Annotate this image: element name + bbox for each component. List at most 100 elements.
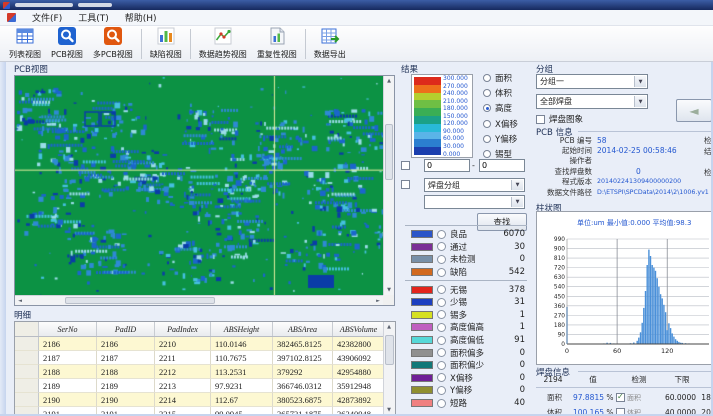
status-row-面积偏多[interactable]: 面积偏多0 xyxy=(405,346,527,359)
status-row-高度偏高[interactable]: 高度偏高1 xyxy=(405,321,527,334)
radio-icon[interactable] xyxy=(437,285,446,294)
radio-icon[interactable] xyxy=(437,386,446,395)
column-header-PadID[interactable]: PadID xyxy=(97,322,155,336)
range-to-input[interactable] xyxy=(479,159,525,172)
table-row[interactable]: 218821882212113.253137929242954880 xyxy=(15,365,395,379)
status-row-少锡[interactable]: 少锡31 xyxy=(405,296,527,309)
table-row[interactable]: 218621862210110.0146382465.812542382800 xyxy=(15,337,395,351)
svg-text:90: 90 xyxy=(558,332,566,338)
chevron-down-icon[interactable]: ▼ xyxy=(511,180,523,190)
scroll-left-icon[interactable]: ◄ xyxy=(15,296,25,306)
menu-file[interactable]: 文件(F) xyxy=(32,11,62,24)
radio-icon[interactable] xyxy=(437,230,446,239)
pad-select-combobox[interactable]: 全部焊盘 ▼ xyxy=(536,94,648,109)
status-row-锡多[interactable]: 锡多1 xyxy=(405,309,527,322)
radio-icon[interactable] xyxy=(483,74,491,82)
group-combobox[interactable]: 分组一 ▼ xyxy=(536,74,648,89)
menu-help[interactable]: 帮助(H) xyxy=(125,11,157,24)
radio-icon[interactable] xyxy=(437,310,446,319)
status-label: 高度偏高 xyxy=(450,321,484,333)
pcb-info-row: 程式版本201402241309400000200 xyxy=(536,177,712,187)
chevron-down-icon[interactable]: ▼ xyxy=(511,197,523,207)
chevron-down-icon[interactable]: ▼ xyxy=(634,96,646,107)
metric-option-3[interactable]: 高度 xyxy=(483,102,512,114)
radio-icon[interactable] xyxy=(437,336,446,345)
status-row-良品[interactable]: 良品6070 xyxy=(405,228,527,241)
chevron-down-icon[interactable]: ▼ xyxy=(634,76,646,87)
status-row-高度偏低[interactable]: 高度偏低91 xyxy=(405,334,527,347)
status-row-通过[interactable]: 通过30 xyxy=(405,241,527,254)
toolbar-button-multi-pcb-view[interactable]: 多PCB视图 xyxy=(88,26,138,61)
pcb-board-canvas[interactable] xyxy=(15,76,383,295)
row-selector[interactable] xyxy=(15,351,39,365)
status-row-未检测[interactable]: 未检测0 xyxy=(405,253,527,266)
pad-image-checkbox[interactable] xyxy=(536,115,545,124)
metric-option-4[interactable]: X偏移 xyxy=(483,118,518,130)
details-header-row: SerNoPadIDPadIndexABSHeightABSAreaABSVol… xyxy=(15,322,395,337)
status-row-缺陷[interactable]: 缺陷542 xyxy=(405,266,527,279)
column-header-ABSHeight[interactable]: ABSHeight xyxy=(211,322,273,336)
radio-icon[interactable] xyxy=(483,104,491,112)
radio-icon[interactable] xyxy=(437,268,446,277)
column-header-PadIndex[interactable]: PadIndex xyxy=(155,322,211,336)
status-row-X偏移[interactable]: X偏移0 xyxy=(405,372,527,385)
checkbox-icon[interactable] xyxy=(616,393,625,402)
table-row[interactable]: 21892189221397.9231366746.031235912948 xyxy=(15,379,395,393)
metric-option-2[interactable]: 体积 xyxy=(483,87,512,99)
row-selector[interactable] xyxy=(15,337,39,351)
radio-icon[interactable] xyxy=(437,348,446,357)
row-selector[interactable] xyxy=(15,393,39,407)
range-from-input[interactable] xyxy=(424,159,470,172)
toolbar-button-trend-view[interactable]: 数据趋势视图 xyxy=(194,26,252,61)
sub-combobox[interactable]: ▼ xyxy=(424,195,525,209)
toolbar-button-defect-view[interactable]: 缺陷视图 xyxy=(145,26,187,61)
scrollbar-thumb[interactable] xyxy=(65,297,215,304)
toolbar-button-list-view[interactable]: 列表视图 xyxy=(4,26,46,61)
toolbar-button-repeat-view[interactable]: 重复性视图 xyxy=(252,26,302,61)
column-header-ABSArea[interactable]: ABSArea xyxy=(273,322,333,336)
scrollbar-thumb[interactable] xyxy=(385,124,393,180)
back-arrow-button[interactable]: ◄ xyxy=(676,99,712,122)
pad-group-checkbox[interactable] xyxy=(401,180,410,189)
details-vertical-scrollbar[interactable]: ▲▼ xyxy=(383,322,395,415)
scroll-right-icon[interactable]: ► xyxy=(373,296,383,306)
scroll-up-icon[interactable]: ▲ xyxy=(384,322,394,332)
pcb-horizontal-scrollbar[interactable]: ◄ ► xyxy=(15,295,383,305)
radio-icon[interactable] xyxy=(437,255,446,264)
column-header-SerNo[interactable]: SerNo xyxy=(39,322,97,336)
pcb-vertical-scrollbar[interactable]: ▲ ▼ xyxy=(383,76,394,295)
radio-icon[interactable] xyxy=(483,135,491,143)
toolbar-button-pcb-view[interactable]: PCB视图 xyxy=(46,26,88,61)
scroll-up-icon[interactable]: ▲ xyxy=(384,76,394,86)
metric-option-1[interactable]: 面积 xyxy=(483,72,512,84)
radio-icon[interactable] xyxy=(483,89,491,97)
radio-icon[interactable] xyxy=(437,298,446,307)
column-header-ABSVolume[interactable]: ABSVolume xyxy=(333,322,385,336)
metric-option-5[interactable]: Y偏移 xyxy=(483,133,517,145)
table-row[interactable]: 219021902214112.67380523.687542873892 xyxy=(15,393,395,407)
row-selector[interactable] xyxy=(15,365,39,379)
scrollbar-thumb[interactable] xyxy=(385,335,394,365)
toolbar-button-data-export[interactable]: 数据导出 xyxy=(309,26,351,61)
scroll-down-icon[interactable]: ▼ xyxy=(384,285,394,295)
radio-icon[interactable] xyxy=(437,361,446,370)
radio-icon[interactable] xyxy=(437,373,446,382)
metric-label: 高度 xyxy=(495,102,512,114)
table-row[interactable]: 218721872211110.7675397102.812543906092 xyxy=(15,351,395,365)
status-row-短路[interactable]: 短路40 xyxy=(405,397,527,410)
radio-icon[interactable] xyxy=(437,323,446,332)
table-cell: 2187 xyxy=(39,351,97,365)
status-row-无锡[interactable]: 无锡378 xyxy=(405,283,527,296)
pad-group-combobox[interactable]: 焊盘分组 ▼ xyxy=(424,178,525,192)
radio-icon[interactable] xyxy=(483,120,491,128)
pad-metric-check[interactable]: 面积 xyxy=(616,393,658,403)
info-key: 操作者 xyxy=(536,155,592,166)
menu-tools[interactable]: 工具(T) xyxy=(78,11,109,24)
range-filter-checkbox[interactable] xyxy=(401,161,410,170)
row-selector[interactable] xyxy=(15,379,39,393)
radio-icon[interactable] xyxy=(483,150,491,158)
status-row-面积偏少[interactable]: 面积偏少0 xyxy=(405,359,527,372)
status-row-Y偏移[interactable]: Y偏移0 xyxy=(405,384,527,397)
radio-icon[interactable] xyxy=(437,399,446,408)
radio-icon[interactable] xyxy=(437,242,446,251)
